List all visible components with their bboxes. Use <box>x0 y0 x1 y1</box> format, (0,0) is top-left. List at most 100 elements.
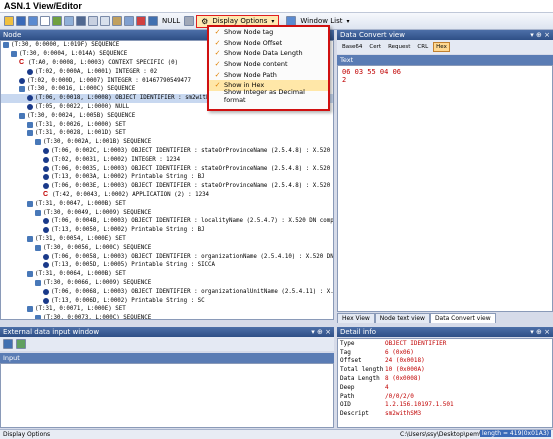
convert-base64-button[interactable]: Base64 <box>340 43 364 51</box>
detail-key: OID <box>340 401 351 409</box>
detail-key: Total length <box>340 366 384 374</box>
convert-hex-button[interactable]: Hex <box>433 42 450 52</box>
tree-node[interactable]: (T:31, 0:0047, L:000B) SET <box>1 199 333 208</box>
tree-node[interactable]: (T:31, 0:0026, L:0000) SET <box>1 120 333 129</box>
tree-node-label: (T:02, 0:000D, L:0007) INTEGER : 0146779… <box>27 77 192 84</box>
text-line: 2 <box>342 76 347 84</box>
save-as-icon[interactable] <box>28 16 38 26</box>
info-icon <box>27 68 33 75</box>
info-icon <box>43 183 49 190</box>
tree-node[interactable]: (T:30, 0:0073, L:000C) SEQUENCE <box>1 314 333 319</box>
menu-item[interactable]: ✓ Show Node tag <box>209 27 328 38</box>
tree-node-label: (T:31, 0:0047, L:000B) SET <box>35 200 126 207</box>
info-icon <box>43 147 49 154</box>
info-icon <box>43 262 49 269</box>
sequence-icon <box>27 235 33 242</box>
node-icon[interactable] <box>148 16 158 26</box>
tab-node-text-view[interactable]: Node text view <box>374 313 430 323</box>
tree-node[interactable]: (T:30, 0:0056, L:000C) SEQUENCE <box>1 243 333 252</box>
input-area[interactable] <box>0 363 334 428</box>
detail-value: sm2withSM3 <box>385 410 422 418</box>
tree-node[interactable]: (T:31, 0:0071, L:000E) SET <box>1 305 333 314</box>
detail-row: Path/0/0/2/0 <box>338 392 552 401</box>
pane-controls[interactable]: ▾ ⊕ × <box>530 328 550 336</box>
tab-hex-view[interactable]: Hex View <box>337 313 375 323</box>
tree-node-label: (T:42, 0:0043, L:0002) APPLICATION (2) :… <box>52 191 210 198</box>
edit-icon[interactable] <box>52 16 62 26</box>
menu-item-label: Show Node tag <box>224 28 274 37</box>
paste-icon[interactable] <box>112 16 122 26</box>
sequence-icon <box>35 209 41 216</box>
tree-node[interactable]: (T:30, 0:002A, L:001B) SEQUENCE <box>1 138 333 147</box>
detail-key: Data Length <box>340 375 380 383</box>
convert-text-area[interactable]: 06 03 55 04 06 2 <box>337 65 553 312</box>
info-icon <box>43 218 49 225</box>
chevron-down-icon: ▾ <box>346 17 350 25</box>
refresh-icon[interactable] <box>16 339 26 349</box>
pane-controls[interactable]: ▾ ⊕ × <box>311 328 331 336</box>
detail-row: Tag 6 (0x06) <box>338 348 552 357</box>
tree-node[interactable]: (T:13, 0:005D, L:0005) Printable String … <box>1 261 333 270</box>
menu-item-label: Show Node content <box>224 60 288 69</box>
menu-item[interactable]: ✓ Show Node Path <box>209 69 328 80</box>
grid-icon[interactable] <box>64 16 74 26</box>
detail-row: Offset 24 (0x0018) <box>338 357 552 366</box>
status-length: length = 419(0x01A3) <box>479 430 551 437</box>
menu-item[interactable]: ✓ Show Node Offset <box>209 38 328 49</box>
tree-node-label: (T:02, 0:0031, L:0002) INTEGER : 1234 <box>51 156 181 163</box>
tree-node[interactable]: (T:13, 0:0050, L:0002) Printable String … <box>1 226 333 235</box>
detail-value: 8 (0x0008) <box>385 375 422 383</box>
delete-icon[interactable] <box>136 16 146 26</box>
tree-node[interactable]: (T:06, 0:002C, L:0003) OBJECT IDENTIFIER… <box>1 147 333 156</box>
menu-item-label: Show Node Data Length <box>224 49 303 58</box>
tree-node[interactable]: (T:02, 0:0031, L:0002) INTEGER : 1234 <box>1 155 333 164</box>
tree-node[interactable]: (T:06, 0:0035, L:0003) OBJECT IDENTIFIER… <box>1 164 333 173</box>
tree-node-label: (T:30, 0:0000, L:019F) SEQUENCE <box>11 42 120 49</box>
menu-item[interactable]: ✓ Show Node content <box>209 59 328 70</box>
null-button[interactable]: NULL <box>160 17 182 25</box>
pane-controls[interactable]: ▾ ⊕ × <box>530 31 550 39</box>
detail-row: Data Length 8 (0x0008) <box>338 374 552 383</box>
insert-icon[interactable] <box>124 16 134 26</box>
tree-node[interactable]: (T:13, 0:006D, L:0002) Printable String … <box>1 296 333 305</box>
tab-data-convert-view[interactable]: Data Convert view <box>429 313 496 323</box>
cut-icon[interactable] <box>88 16 98 26</box>
tree-node-label: (T:30, 0:0024, L:005B) SEQUENCE <box>27 112 136 119</box>
status-text: Display Options <box>3 431 51 438</box>
tree-node-label: (T:06, 0:0058, L:0003) OBJECT IDENTIFIER… <box>51 253 334 260</box>
tree-node[interactable]: (T:31, 0:0064, L:000B) SET <box>1 270 333 279</box>
table-icon[interactable] <box>76 16 86 26</box>
copy-icon[interactable] <box>100 16 110 26</box>
new-icon[interactable] <box>40 16 50 26</box>
tree-node[interactable]: (T:30, 0:0024, L:005B) SEQUENCE <box>1 111 333 120</box>
tree-node[interactable]: (T:06, 0:003E, L:0003) OBJECT IDENTIFIER… <box>1 182 333 191</box>
tree-node-label: (T:06, 0:004B, L:0003) OBJECT IDENTIFIER… <box>51 218 334 225</box>
save-icon[interactable] <box>16 16 26 26</box>
detail-key: Tag <box>340 348 351 356</box>
external-toolbar <box>0 337 334 351</box>
settings-icon[interactable] <box>184 16 195 26</box>
check-icon: ✓ <box>214 28 221 37</box>
tree-node[interactable]: (T:31, 0:0054, L:000E) SET <box>1 235 333 244</box>
convert-cert-button[interactable]: Cert <box>367 43 383 51</box>
tree-node-label: (T:31, 0:0028, L:001D) SET <box>35 130 126 137</box>
tree-node[interactable]: (T:31, 0:0028, L:001D) SET <box>1 129 333 138</box>
tree-node[interactable]: (T:06, 0:0058, L:0003) OBJECT IDENTIFIER… <box>1 252 333 261</box>
tree-node[interactable]: C (T:42, 0:0043, L:0002) APPLICATION (2) … <box>1 191 333 200</box>
tree-node[interactable]: (T:13, 0:003A, L:0002) Printable String … <box>1 173 333 182</box>
tree-node[interactable]: (T:30, 0:0066, L:0009) SEQUENCE <box>1 279 333 288</box>
menu-item[interactable]: Show Integer as Decimal format <box>209 88 328 104</box>
convert-crl-button[interactable]: CRL <box>415 43 430 51</box>
tree-node-label: (T:02, 0:000A, L:0001) INTEGER : 02 <box>35 68 158 75</box>
tree-node[interactable]: (T:06, 0:0068, L:0003) OBJECT IDENTIFIER… <box>1 287 333 296</box>
tree-node-label: (T:30, 0:0056, L:000C) SEQUENCE <box>43 244 152 251</box>
text-label: Text <box>337 55 553 65</box>
grid-icon[interactable] <box>3 339 13 349</box>
info-icon <box>43 156 49 163</box>
tree-node[interactable]: (T:30, 0:0049, L:0009) SEQUENCE <box>1 208 333 217</box>
open-icon[interactable] <box>4 16 14 26</box>
tree-node[interactable]: (T:06, 0:004B, L:0003) OBJECT IDENTIFIER… <box>1 217 333 226</box>
check-icon: ✓ <box>214 81 221 90</box>
menu-item[interactable]: ✓ Show Node Data Length <box>209 48 328 59</box>
convert-request-button[interactable]: Request <box>386 43 412 51</box>
